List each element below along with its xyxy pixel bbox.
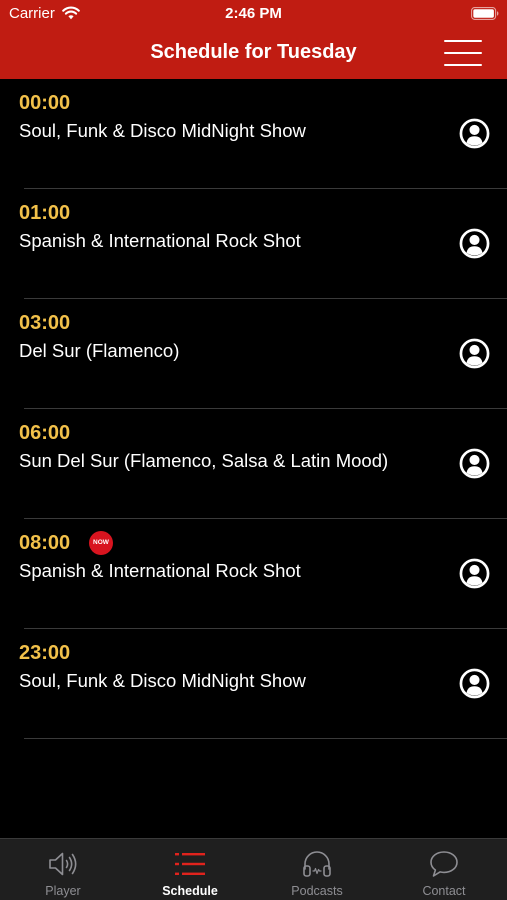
headphones-icon bbox=[303, 851, 331, 877]
schedule-show-title: Del Sur (Flamenco) bbox=[19, 340, 180, 361]
person-circle-icon[interactable] bbox=[459, 228, 490, 259]
hamburger-menu-icon-bar bbox=[444, 52, 482, 54]
tab-bar: Player Schedule Podcasts Contact bbox=[0, 838, 507, 900]
tab-label: Schedule bbox=[162, 884, 218, 898]
status-time: 2:46 PM bbox=[225, 5, 282, 22]
schedule-row[interactable]: 03:00 Del Sur (Flamenco) bbox=[0, 299, 507, 409]
speaker-icon bbox=[49, 852, 77, 876]
person-circle-icon[interactable] bbox=[459, 668, 490, 699]
person-circle-icon[interactable] bbox=[459, 558, 490, 589]
schedule-show-title: Sun Del Sur (Flamenco, Salsa & Latin Moo… bbox=[19, 450, 389, 471]
battery-icon bbox=[471, 7, 499, 20]
tab-label: Contact bbox=[422, 884, 466, 898]
page-title: Schedule for Tuesday bbox=[150, 41, 357, 63]
schedule-time: 00:00 bbox=[19, 92, 71, 114]
tab-schedule[interactable]: Schedule bbox=[127, 839, 253, 900]
person-circle-icon[interactable] bbox=[459, 118, 490, 149]
tab-podcasts[interactable]: Podcasts bbox=[254, 839, 380, 900]
schedule-row[interactable]: 01:00 Spanish & International Rock Shot bbox=[0, 189, 507, 299]
schedule-time: 23:00 bbox=[19, 642, 71, 664]
header: Carrier 2:46 PM Schedule for Tuesday bbox=[0, 0, 507, 79]
tab-label: Podcasts bbox=[291, 884, 343, 898]
chat-bubble-icon bbox=[430, 851, 458, 877]
schedule-time: 06:00 bbox=[19, 422, 71, 444]
status-bar: Carrier 2:46 PM bbox=[0, 0, 507, 28]
schedule-time: 01:00 bbox=[19, 202, 71, 224]
schedule-time: 03:00 bbox=[19, 312, 71, 334]
schedule-show-title: Spanish & International Rock Shot bbox=[19, 560, 301, 581]
schedule-time: 08:00 bbox=[19, 532, 71, 554]
hamburger-menu-icon-bar bbox=[444, 40, 482, 42]
schedule-show-title: Soul, Funk & Disco MidNight Show bbox=[19, 670, 306, 691]
schedule-row-current[interactable]: 08:00 NOW Spanish & International Rock S… bbox=[0, 519, 507, 629]
person-circle-icon[interactable] bbox=[459, 338, 490, 369]
now-badge: NOW bbox=[89, 531, 113, 555]
tab-label: Player bbox=[45, 884, 81, 898]
hamburger-menu-icon-bar bbox=[444, 64, 482, 66]
person-circle-icon[interactable] bbox=[459, 448, 490, 479]
tab-contact[interactable]: Contact bbox=[381, 839, 507, 900]
schedule-show-title: Spanish & International Rock Shot bbox=[19, 230, 301, 251]
list-icon bbox=[175, 853, 205, 875]
schedule-row[interactable]: 00:00 Soul, Funk & Disco MidNight Show bbox=[0, 79, 507, 189]
schedule-row[interactable]: 23:00 Soul, Funk & Disco MidNight Show bbox=[0, 629, 507, 739]
schedule-list: 00:00 Soul, Funk & Disco MidNight Show 0… bbox=[0, 79, 507, 739]
row-divider bbox=[24, 738, 507, 739]
menu-button[interactable] bbox=[440, 36, 484, 70]
tab-player[interactable]: Player bbox=[0, 839, 126, 900]
schedule-row[interactable]: 06:00 Sun Del Sur (Flamenco, Salsa & Lat… bbox=[0, 409, 507, 519]
schedule-show-title: Soul, Funk & Disco MidNight Show bbox=[19, 120, 306, 141]
